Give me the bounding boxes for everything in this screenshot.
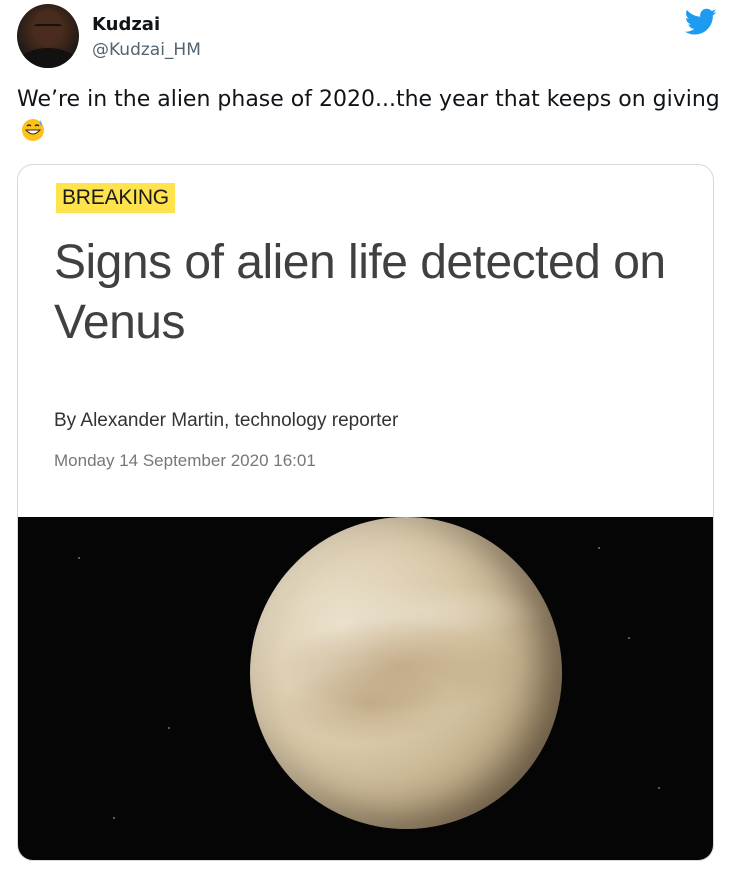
twitter-bird-icon[interactable] bbox=[685, 8, 717, 36]
avatar[interactable] bbox=[17, 4, 79, 68]
tweet-text-content: We’re in the alien phase of 2020...the y… bbox=[17, 87, 720, 112]
byline: By Alexander Martin, technology reporter bbox=[54, 410, 399, 431]
tweet-text: We’re in the alien phase of 2020...the y… bbox=[17, 84, 722, 148]
author-name[interactable]: Kudzai bbox=[92, 14, 160, 35]
breaking-badge: BREAKING bbox=[56, 183, 175, 213]
venus-image bbox=[18, 517, 713, 860]
grinning-face-with-sweat-icon bbox=[22, 119, 44, 141]
venus-planet bbox=[250, 517, 562, 829]
author-handle[interactable]: @Kudzai_HM bbox=[92, 40, 201, 60]
headline[interactable]: Signs of alien life detected on Venus bbox=[54, 233, 694, 353]
news-card[interactable]: BREAKING Signs of alien life detected on… bbox=[17, 164, 714, 861]
tweet-header: Kudzai @Kudzai_HM bbox=[17, 4, 717, 70]
publish-date: Monday 14 September 2020 16:01 bbox=[54, 451, 316, 470]
